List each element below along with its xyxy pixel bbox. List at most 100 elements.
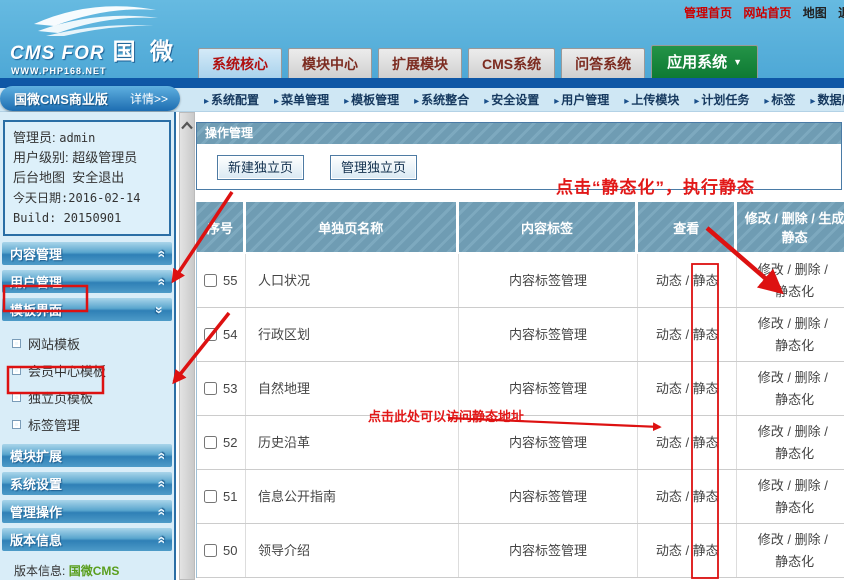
row-checkbox[interactable] (204, 490, 217, 503)
static-link[interactable]: 静态 (693, 432, 719, 454)
static-link[interactable]: 静态 (693, 540, 719, 562)
delete-link[interactable]: 删除 (795, 313, 821, 335)
static-link[interactable]: 静态 (693, 378, 719, 400)
dynamic-link[interactable]: 动态 (656, 486, 682, 508)
row-checkbox[interactable] (204, 274, 217, 287)
admin-username: admin (59, 131, 95, 145)
square-bullet-icon (12, 339, 21, 348)
row-checkbox[interactable] (204, 544, 217, 557)
dynamic-link[interactable]: 动态 (656, 270, 682, 292)
sidebar-item-tag-manage[interactable]: 标签管理 (0, 411, 174, 438)
col-header-view: 查看 (638, 202, 737, 252)
dynamic-link[interactable]: 动态 (656, 432, 682, 454)
delete-link[interactable]: 删除 (795, 529, 821, 551)
tab-qa-system[interactable]: 问答系统 (561, 48, 645, 78)
sidebar-section-module-extend[interactable]: 模块扩展 » (2, 444, 172, 467)
col-header-ops: 修改 / 删除 / 生成静态 (737, 202, 844, 252)
edit-link[interactable]: 修改 (758, 421, 784, 443)
tab-system-core[interactable]: 系统核心 (198, 48, 282, 78)
subnav-item-database[interactable]: ▸数据库 (810, 88, 844, 112)
subnav-item-menu-manage[interactable]: ▸菜单管理 (274, 88, 329, 112)
subnav-item-tags[interactable]: ▸标签 (764, 88, 795, 112)
sidebar-item-member-template[interactable]: 会员中心模板 (0, 357, 174, 384)
sidebar-section-admin-ops[interactable]: 管理操作 » (2, 500, 172, 523)
static-link[interactable]: 静态 (693, 486, 719, 508)
make-static-link[interactable]: 静态化 (775, 389, 814, 411)
double-chevron-up-icon: » (156, 274, 164, 290)
tab-app-system[interactable]: 应用系统▼ (651, 45, 758, 78)
sidebar-section-users[interactable]: 用户管理 » (2, 270, 172, 293)
content-tag-link[interactable]: 内容标签管理 (509, 432, 587, 454)
tab-module-center[interactable]: 模块中心 (288, 48, 372, 78)
subnav-item-upload-module[interactable]: ▸上传模块 (624, 88, 679, 112)
safe-logout-link[interactable]: 安全退出 (72, 170, 124, 185)
subnav-item-security[interactable]: ▸安全设置 (484, 88, 539, 112)
table-row: 54 行政区划 内容标签管理 动态 / 静态 修改 / 删除 / 静态化 (197, 308, 844, 362)
triangle-icon: ▸ (204, 96, 209, 107)
col-header-name: 单独页名称 (246, 202, 459, 252)
link-site-home[interactable]: 网站首页 (743, 6, 791, 20)
edition-detail-link[interactable]: 详情>> (130, 90, 180, 107)
logo-title: CMS FOR (10, 43, 105, 65)
cms-admin-screen: CMS FOR 国 微 WWW.PHP168.NET 管理首页 网站首页 地图 … (0, 0, 844, 580)
link-logout[interactable]: 退出 (838, 6, 844, 20)
link-sitemap[interactable]: 地图 (803, 6, 827, 20)
dynamic-link[interactable]: 动态 (656, 378, 682, 400)
subnav-item-system-integrate[interactable]: ▸系统整合 (414, 88, 469, 112)
make-static-link[interactable]: 静态化 (775, 443, 814, 465)
content-tag-link[interactable]: 内容标签管理 (509, 486, 587, 508)
manage-standalone-page-button[interactable]: 管理独立页 (330, 155, 417, 180)
row-checkbox[interactable] (204, 382, 217, 395)
content-tag-link[interactable]: 内容标签管理 (509, 378, 587, 400)
sidebar-scrollbar[interactable] (179, 112, 195, 580)
subnav-item-system-config[interactable]: ▸系统配置 (204, 88, 259, 112)
edit-link[interactable]: 修改 (758, 529, 784, 551)
delete-link[interactable]: 删除 (795, 259, 821, 281)
double-chevron-up-icon: » (156, 532, 164, 548)
subnav-item-cron-task[interactable]: ▸计划任务 (694, 88, 749, 112)
content-tag-link[interactable]: 内容标签管理 (509, 270, 587, 292)
triangle-icon: ▸ (344, 96, 349, 107)
edit-link[interactable]: 修改 (758, 367, 784, 389)
make-static-link[interactable]: 静态化 (775, 281, 814, 303)
user-level: 超级管理员 (72, 150, 137, 165)
table-row: 51 信息公开指南 内容标签管理 动态 / 静态 修改 / 删除 / 静态化 (197, 470, 844, 524)
delete-link[interactable]: 删除 (795, 421, 821, 443)
sidebar-item-standalone-template[interactable]: 独立页模板 (0, 384, 174, 411)
today-date: 今天日期:2016-02-14 (13, 188, 161, 208)
make-static-link[interactable]: 静态化 (775, 551, 814, 573)
edit-link[interactable]: 修改 (758, 313, 784, 335)
tab-cms-system[interactable]: CMS系统 (468, 48, 555, 78)
static-link[interactable]: 静态 (693, 324, 719, 346)
content-tag-link[interactable]: 内容标签管理 (509, 540, 587, 562)
edit-link[interactable]: 修改 (758, 259, 784, 281)
chevron-up-icon[interactable] (181, 121, 193, 130)
backend-map-link[interactable]: 后台地图 (13, 170, 65, 185)
sidebar-section-system-settings[interactable]: 系统设置 » (2, 472, 172, 495)
row-checkbox[interactable] (204, 328, 217, 341)
sidebar-section-content[interactable]: 内容管理 » (2, 242, 172, 265)
tab-extend-module[interactable]: 扩展模块 (378, 48, 462, 78)
dynamic-link[interactable]: 动态 (656, 324, 682, 346)
dynamic-link[interactable]: 动态 (656, 540, 682, 562)
row-id: 54 (223, 324, 237, 346)
static-link[interactable]: 静态 (693, 270, 719, 292)
new-standalone-page-button[interactable]: 新建独立页 (217, 155, 304, 180)
subnav-item-user-manage[interactable]: ▸用户管理 (554, 88, 609, 112)
admin-line: 管理员: admin (13, 128, 161, 148)
subnav-item-template-manage[interactable]: ▸模板管理 (344, 88, 399, 112)
edit-link[interactable]: 修改 (758, 475, 784, 497)
make-static-link[interactable]: 静态化 (775, 497, 814, 519)
sidebar-section-version-info[interactable]: 版本信息 » (2, 528, 172, 551)
delete-link[interactable]: 删除 (795, 475, 821, 497)
make-static-link[interactable]: 静态化 (775, 335, 814, 357)
edition-badge[interactable]: 国微CMS商业版 详情>> (0, 86, 180, 111)
content-tag-link[interactable]: 内容标签管理 (509, 324, 587, 346)
row-checkbox[interactable] (204, 436, 217, 449)
delete-link[interactable]: 删除 (795, 367, 821, 389)
sidebar-item-site-template[interactable]: 网站模板 (0, 330, 174, 357)
row-id: 53 (223, 378, 237, 400)
link-admin-home[interactable]: 管理首页 (684, 6, 732, 20)
sidebar-section-template[interactable]: 模板界面 » (2, 298, 172, 321)
table-row: 50 领导介绍 内容标签管理 动态 / 静态 修改 / 删除 / 静态化 (197, 524, 844, 578)
